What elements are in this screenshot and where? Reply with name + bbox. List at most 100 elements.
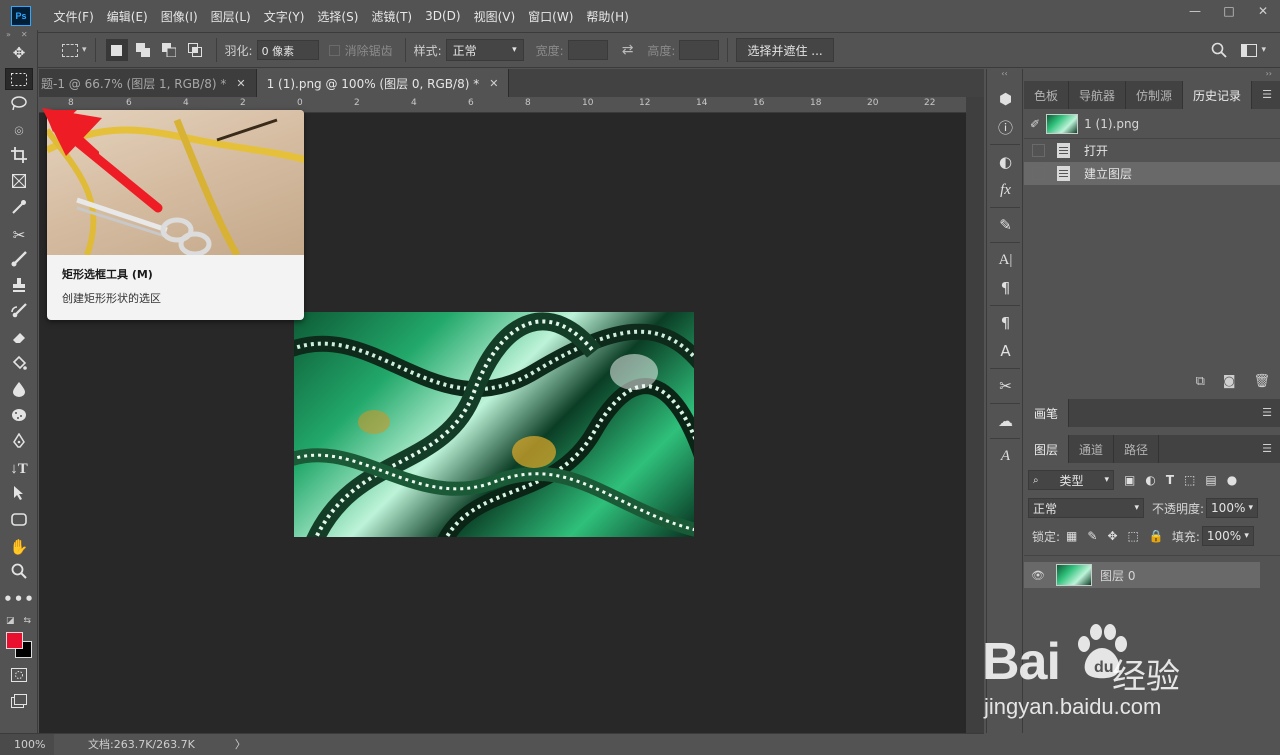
new-selection-button[interactable] [105,39,128,61]
search-icon[interactable] [1211,42,1228,58]
pen-tool[interactable] [0,430,38,456]
menu-select[interactable]: 选择(S) [311,8,365,25]
trash-icon[interactable]: 🗑 [1253,374,1270,389]
clone-stamp-tool[interactable] [0,274,38,300]
menu-type[interactable]: 文字(Y) [257,8,311,25]
visibility-eye-icon[interactable]: 👁 [1024,569,1052,582]
adjustment-filter-icon[interactable]: ◐ [1145,473,1155,487]
tab-document-1[interactable]: 题-1 @ 66.7% (图层 1, RGB/8) * ✕ [39,69,257,97]
menu-help[interactable]: 帮助(H) [580,8,635,25]
new-document-from-state-icon[interactable]: ⧉ [1196,374,1205,389]
move-tool[interactable]: ✥ [0,40,38,66]
shape-filter-icon[interactable]: ⬚ [1184,473,1195,487]
info-icon[interactable]: ⓘ [987,113,1024,141]
tab-document-2[interactable]: 1 (1).png @ 100% (图层 0, RGB/8) * ✕ [256,69,510,97]
lock-artboard-icon[interactable]: ⬚ [1128,529,1139,543]
rectangular-marquee-tool[interactable] [0,66,38,92]
lock-transparent-icon[interactable]: ▦ [1066,529,1077,543]
workspace-switcher[interactable]: ▾ [1241,43,1266,57]
document-image-film-strips[interactable] [294,312,694,537]
default-colors-icon[interactable]: ◪ [6,616,15,626]
layer-row[interactable]: 👁 图层 0 [1024,562,1260,588]
close-button[interactable]: ✕ [1246,0,1280,22]
close-icon[interactable]: ✕ [489,77,498,90]
history-source-checkbox[interactable] [1032,144,1045,157]
tool-preset-picker[interactable]: ▾ [62,43,87,57]
path-selection-tool[interactable] [0,482,38,508]
smart-object-filter-icon[interactable]: ▤ [1205,473,1216,487]
history-brush-source-icon[interactable]: ✐ [1030,117,1040,131]
toolbox-collapse-handle[interactable]: »✕ [0,30,37,40]
lock-position-icon[interactable]: ✥ [1107,529,1117,543]
layer-filter-select[interactable]: ⌕ 类型 ▾ [1028,470,1114,490]
camera-snapshot-icon[interactable]: ◙ [1223,374,1236,389]
strip-collapse-handle[interactable]: ‹‹ [987,69,1022,85]
history-state-open[interactable]: 打开 [1024,139,1280,162]
tool-presets-icon[interactable]: ✂ [987,372,1024,400]
tab-clone-source[interactable]: 仿制源 [1126,81,1184,109]
blur-tool[interactable] [0,378,38,404]
eraser-tool[interactable] [0,326,38,352]
tab-history[interactable]: 历史记录 [1183,81,1253,109]
close-icon[interactable]: ✕ [236,77,245,90]
lock-image-icon[interactable]: ✎ [1087,529,1097,543]
pixel-filter-icon[interactable]: ▣ [1124,473,1135,487]
quick-selection-tool[interactable]: ⌾ [0,118,38,144]
styles-fx-icon[interactable]: fx [987,176,1024,204]
character-styles-icon[interactable]: A [987,337,1024,365]
menu-image[interactable]: 图像(I) [154,8,204,25]
history-brush-tool[interactable] [0,300,38,326]
menu-layer[interactable]: 图层(L) [204,8,257,25]
antialias-checkbox[interactable] [328,44,340,56]
history-snapshot-row[interactable]: ✐ 1 (1).png [1024,109,1280,139]
tab-layers[interactable]: 图层 [1024,435,1070,463]
select-and-mask-button[interactable]: 选择并遮住 ... [736,38,834,62]
blend-mode-select[interactable]: 正常 ▾ [1028,498,1144,518]
edit-toolbar-button[interactable]: ••• [0,586,38,612]
menu-view[interactable]: 视图(V) [467,8,522,25]
menu-window[interactable]: 窗口(W) [522,8,580,25]
crop-tool[interactable] [0,144,38,170]
dodge-tool[interactable] [0,404,38,430]
minimize-button[interactable]: — [1178,0,1212,22]
type-filter-icon[interactable]: T [1166,473,1174,487]
type-tool[interactable]: ↓T [0,456,38,482]
zoom-level[interactable]: 100% [0,733,54,755]
eyedropper-tool[interactable] [0,196,38,222]
brush-settings-icon[interactable]: ✎ [987,211,1024,239]
frame-tool[interactable] [0,170,38,196]
tab-swatches[interactable]: 色板 [1024,81,1070,109]
lasso-tool[interactable] [0,92,38,118]
style-select[interactable]: 正常 ▾ [445,39,524,61]
character-icon[interactable]: A| [987,246,1024,274]
tab-brushes[interactable]: 画笔 [1024,399,1070,427]
dock-collapse-handle[interactable]: ›› [1024,69,1280,81]
menu-edit[interactable]: 编辑(E) [100,8,154,25]
tab-navigator[interactable]: 导航器 [1069,81,1127,109]
brush-tool[interactable] [0,248,38,274]
history-source-checkbox[interactable] [1032,167,1045,180]
rectangle-shape-tool[interactable] [0,508,38,534]
screen-mode-button[interactable] [0,690,38,716]
adjustments-icon[interactable]: ◐ [987,148,1024,176]
subtract-selection-button[interactable] [158,39,180,61]
restore-button[interactable]: □ [1212,0,1246,22]
foreground-color-swatch[interactable] [6,632,23,649]
panel-menu-icon[interactable]: ☰ [1262,442,1272,455]
add-selection-button[interactable] [132,39,154,61]
hand-tool[interactable]: ✋ [0,534,38,560]
tab-channels[interactable]: 通道 [1069,435,1115,463]
filter-toggle-icon[interactable]: ● [1227,473,1237,487]
glyphs-icon[interactable]: A [987,442,1024,470]
default-colors-swap[interactable]: ◪ ⇆ [0,612,37,630]
status-menu-arrow[interactable]: 〉 [235,736,246,752]
zoom-tool[interactable] [0,560,38,586]
feather-input[interactable]: 0 像素 [256,40,319,60]
paint-bucket-tool[interactable] [0,352,38,378]
swap-icon[interactable]: ⇄ [622,42,634,58]
swap-colors-icon[interactable]: ⇆ [23,616,31,626]
paragraph-icon[interactable]: ¶ [987,274,1024,302]
menu-filter[interactable]: 滤镜(T) [365,8,419,25]
paragraph-styles-icon[interactable]: ¶ [987,309,1024,337]
menu-3d[interactable]: 3D(D) [419,9,467,23]
